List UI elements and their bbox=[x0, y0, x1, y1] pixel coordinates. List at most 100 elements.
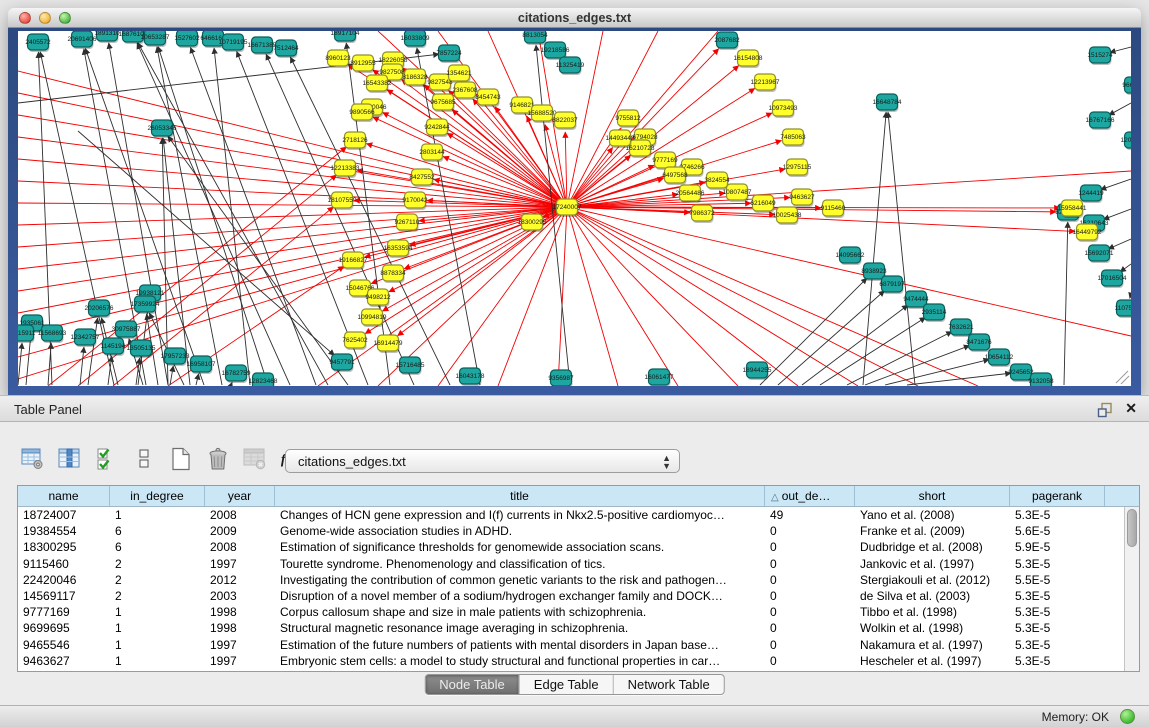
graph-edge bbox=[888, 112, 915, 385]
tab-node-table[interactable]: Node Table bbox=[425, 675, 520, 694]
column-header-in_degree[interactable]: in_degree bbox=[110, 486, 205, 506]
table-row[interactable]: 946554611997Estimation of the future num… bbox=[18, 637, 1139, 653]
table-row[interactable]: 1456911722003Disruption of a novel membe… bbox=[18, 588, 1139, 604]
float-panel-icon[interactable] bbox=[1097, 402, 1113, 418]
tab-network-table[interactable]: Network Table bbox=[614, 675, 724, 694]
table-cell: 0 bbox=[765, 523, 855, 539]
table-cell: 0 bbox=[765, 604, 855, 620]
table-cell: 1 bbox=[110, 637, 205, 653]
table-panel-title: Table Panel bbox=[14, 402, 82, 417]
table-cell: 0 bbox=[765, 572, 855, 588]
table-cell: 14569117 bbox=[18, 588, 110, 604]
table-cell: 1997 bbox=[205, 653, 275, 669]
node-label: 12823468 bbox=[249, 378, 278, 385]
node-label: 10654112 bbox=[985, 354, 1014, 361]
table-cell: 2008 bbox=[205, 507, 275, 523]
column-header-name[interactable]: name bbox=[18, 486, 110, 506]
node-label: 9663121 bbox=[1122, 82, 1131, 89]
graph-edge bbox=[1064, 222, 1068, 385]
table-row[interactable]: 911546021997Tourette syndrome. Phenomeno… bbox=[18, 556, 1139, 572]
node-label: 14095662 bbox=[836, 252, 865, 259]
select-rows-button[interactable] bbox=[94, 446, 120, 472]
table-cell: 5.3E-5 bbox=[1010, 637, 1105, 653]
node-label: 16449792 bbox=[1073, 229, 1102, 236]
graph-edge bbox=[168, 136, 348, 385]
table-cell: Estimation of significance thresholds fo… bbox=[275, 539, 765, 555]
table-cell: 5.3E-5 bbox=[1010, 588, 1105, 604]
scrollbar-thumb[interactable] bbox=[1127, 509, 1137, 547]
node-label: 2803144 bbox=[419, 149, 445, 156]
delete-table-disabled-icon bbox=[242, 446, 268, 472]
node-label: 16543382 bbox=[363, 80, 392, 87]
graph-edge bbox=[567, 148, 613, 207]
tab-edge-table[interactable]: Edge Table bbox=[520, 675, 614, 694]
node-label: 16648784 bbox=[873, 99, 902, 106]
node-label: 19166827 bbox=[339, 257, 368, 264]
column-header-out_de[interactable]: △out_de… bbox=[765, 486, 855, 506]
node-label: 26053346 bbox=[148, 125, 177, 132]
combo-arrows-icon: ▲▼ bbox=[662, 454, 671, 470]
node-label: 2405572 bbox=[25, 39, 51, 46]
window-titlebar[interactable]: citations_edges.txt bbox=[8, 8, 1141, 28]
graph-edge bbox=[1130, 294, 1131, 298]
table-cell: Corpus callosum shape and size in male p… bbox=[275, 604, 765, 620]
graph-edge bbox=[1103, 209, 1131, 219]
node-label: 16043178 bbox=[456, 373, 485, 380]
table-source-select[interactable]: citations_edges.txt ▲▼ bbox=[285, 449, 680, 473]
graph-edge bbox=[18, 137, 567, 207]
table-cell: Stergiakouli et al. (2012) bbox=[855, 572, 1010, 588]
table-row[interactable]: 946362711997Embryonic stem cells: a mode… bbox=[18, 653, 1139, 669]
citation-network-graph[interactable]: 2405572206914061891310168761041065328715… bbox=[18, 31, 1131, 386]
table-cell: de Silva et al. (2003) bbox=[855, 588, 1010, 604]
node-label: 7485063 bbox=[780, 134, 806, 141]
table-cell: Disruption of a novel member of a sodium… bbox=[275, 588, 765, 604]
table-cell: 0 bbox=[765, 588, 855, 604]
node-label: 12213383 bbox=[331, 165, 360, 172]
table-cell: 1 bbox=[110, 507, 205, 523]
table-settings-button[interactable] bbox=[20, 446, 46, 472]
node-label: 15688520 bbox=[528, 110, 557, 117]
row-height-button[interactable] bbox=[131, 446, 157, 472]
table-row[interactable]: 1830029562008Estimation of significance … bbox=[18, 539, 1139, 555]
node-label: 7857224 bbox=[436, 50, 462, 57]
table-cell: 0 bbox=[765, 539, 855, 555]
node-label: 11325419 bbox=[556, 62, 585, 69]
table-cell: 1998 bbox=[205, 620, 275, 636]
node-label: 12975115 bbox=[783, 164, 812, 171]
table-row[interactable]: 2242004622012Investigating the contribut… bbox=[18, 572, 1139, 588]
close-panel-icon[interactable]: ✕ bbox=[1125, 400, 1137, 417]
node-label: 9474444 bbox=[903, 296, 929, 303]
table-cell: 5.3E-5 bbox=[1010, 620, 1105, 636]
node-label: 8912955 bbox=[350, 60, 376, 67]
new-file-icon[interactable] bbox=[168, 446, 194, 472]
memory-ok-indicator[interactable] bbox=[1120, 709, 1135, 724]
node-label: 7632621 bbox=[948, 324, 974, 331]
network-canvas[interactable]: 2405572206914061891310168761041065328715… bbox=[18, 31, 1131, 386]
table-row[interactable]: 969969511998Structural magnetic resonanc… bbox=[18, 620, 1139, 636]
table-row[interactable]: 1872400712008Changes of HCN gene express… bbox=[18, 507, 1139, 523]
network-view-window: citations_edges.txt 24055722069140618913… bbox=[8, 8, 1141, 395]
node-label: 18917104 bbox=[331, 31, 360, 37]
select-columns-button[interactable] bbox=[57, 446, 83, 472]
canvas-resize-grip[interactable] bbox=[1116, 371, 1129, 384]
node-label: 9675685 bbox=[430, 99, 456, 106]
column-header-title[interactable]: title bbox=[275, 486, 765, 506]
table-vertical-scrollbar[interactable] bbox=[1124, 507, 1139, 671]
node-label: 13505135 bbox=[127, 345, 156, 352]
node-label: 2935114 bbox=[922, 309, 947, 316]
node-table: namein_degreeyeartitle△out_de…shortpager… bbox=[17, 485, 1140, 672]
node-label: 9457791 bbox=[329, 359, 355, 366]
column-header-year[interactable]: year bbox=[205, 486, 275, 506]
column-header-pagerank[interactable]: pagerank bbox=[1010, 486, 1105, 506]
node-label: 18300295 bbox=[518, 219, 547, 226]
column-header-short[interactable]: short bbox=[855, 486, 1010, 506]
node-label: 12342757 bbox=[71, 334, 100, 341]
table-source-value: citations_edges.txt bbox=[298, 454, 406, 469]
node-label: 17240007 bbox=[553, 204, 582, 211]
node-label: 17957233 bbox=[161, 353, 190, 360]
table-cell: 1 bbox=[110, 620, 205, 636]
delete-trash-icon[interactable] bbox=[205, 446, 231, 472]
table-cell: Investigating the contribution of common… bbox=[275, 572, 765, 588]
table-row[interactable]: 1938455462009Genome-wide association stu… bbox=[18, 523, 1139, 539]
table-row[interactable]: 977716911998Corpus callosum shape and si… bbox=[18, 604, 1139, 620]
